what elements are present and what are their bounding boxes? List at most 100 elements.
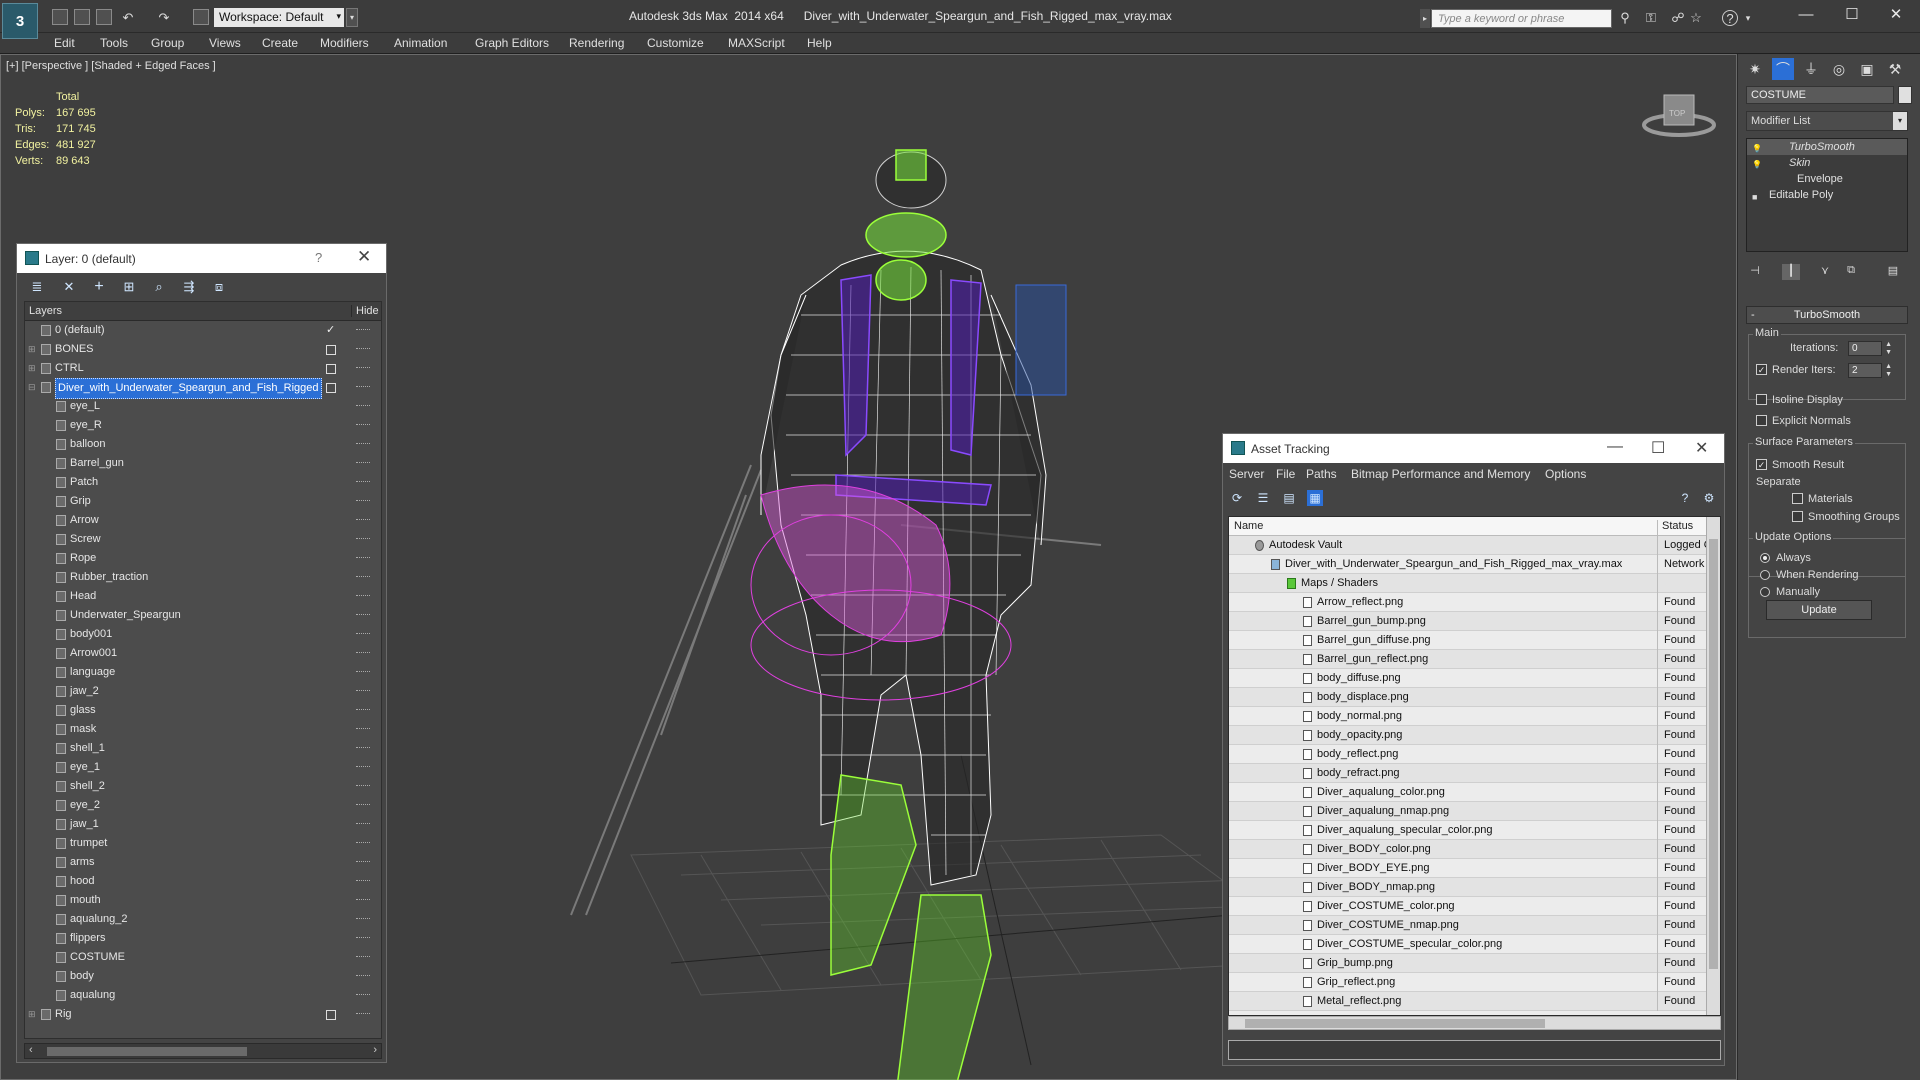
layer-row[interactable]: Arrow bbox=[25, 511, 381, 530]
explicit-normals-checkbox[interactable] bbox=[1756, 415, 1767, 426]
asset-row[interactable]: body_displace.png Found bbox=[1229, 688, 1720, 707]
object-name-field[interactable]: COSTUME bbox=[1746, 86, 1894, 104]
menu-customize[interactable]: Customize bbox=[647, 36, 704, 50]
modifier-stack-item[interactable]: 💡 TurboSmooth bbox=[1747, 139, 1907, 155]
set-current-checkbox[interactable] bbox=[326, 1010, 336, 1020]
hide-toggle[interactable] bbox=[356, 367, 370, 368]
iterations-spinner[interactable]: 0 ▲ ▼ bbox=[1848, 341, 1892, 356]
hide-toggle[interactable] bbox=[356, 424, 370, 425]
asset-row[interactable]: Diver_aqualung_specular_color.png Found bbox=[1229, 821, 1720, 840]
menu-server[interactable]: Server bbox=[1229, 467, 1264, 481]
hide-toggle[interactable] bbox=[356, 614, 370, 615]
menu-modifiers[interactable]: Modifiers bbox=[320, 36, 369, 50]
asset-row[interactable]: Barrel_gun_reflect.png Found bbox=[1229, 650, 1720, 669]
layer-row[interactable]: shell_1 bbox=[25, 739, 381, 758]
asset-row[interactable]: Maps / Shaders bbox=[1229, 574, 1720, 593]
asset-row[interactable]: Grip_bump.png Found bbox=[1229, 954, 1720, 973]
hide-toggle[interactable] bbox=[356, 975, 370, 976]
show-end-result-icon[interactable]: ┃ bbox=[1782, 264, 1800, 280]
scroll-right-icon[interactable]: › bbox=[373, 1044, 377, 1056]
hide-toggle[interactable] bbox=[356, 766, 370, 767]
new-file-icon[interactable] bbox=[52, 9, 68, 25]
maximize-icon[interactable]: ☐ bbox=[1832, 4, 1872, 26]
communication-center-icon[interactable]: ⚿ bbox=[1643, 10, 1659, 26]
hide-toggle[interactable] bbox=[356, 690, 370, 691]
asset-row[interactable]: Diver_aqualung_nmap.png Found bbox=[1229, 802, 1720, 821]
layer-row[interactable]: trumpet bbox=[25, 834, 381, 853]
column-name[interactable]: Name bbox=[1234, 520, 1263, 532]
layer-row[interactable]: eye_R bbox=[25, 416, 381, 435]
menu-group[interactable]: Group bbox=[151, 36, 184, 50]
layer-row[interactable]: eye_1 bbox=[25, 758, 381, 777]
user-icon[interactable]: ☍ bbox=[1670, 10, 1686, 26]
redo-icon[interactable]: ↷ bbox=[156, 10, 172, 26]
scroll-thumb[interactable] bbox=[1709, 539, 1718, 969]
asset-row[interactable]: Diver_with_Underwater_Speargun_and_Fish_… bbox=[1229, 555, 1720, 574]
highlight-layer-icon[interactable]: ⇶ bbox=[181, 279, 197, 295]
hide-toggle[interactable] bbox=[356, 557, 370, 558]
layer-row[interactable]: Screw bbox=[25, 530, 381, 549]
asset-row[interactable]: body_diffuse.png Found bbox=[1229, 669, 1720, 688]
save-file-icon[interactable] bbox=[96, 9, 112, 25]
hide-toggle[interactable] bbox=[356, 462, 370, 463]
modifier-stack-item[interactable]: Envelope bbox=[1747, 171, 1907, 187]
hide-toggle[interactable] bbox=[356, 899, 370, 900]
settings-gear-icon[interactable]: ⚙ bbox=[1701, 490, 1717, 506]
hide-toggle[interactable] bbox=[356, 443, 370, 444]
utilities-tab-icon[interactable]: ⚒ bbox=[1884, 58, 1906, 80]
layer-row[interactable]: 0 (default) ✓ bbox=[25, 321, 381, 340]
layer-row[interactable]: jaw_1 bbox=[25, 815, 381, 834]
menu-tools[interactable]: Tools bbox=[100, 36, 128, 50]
modifier-stack-item[interactable]: ■ Editable Poly bbox=[1747, 187, 1907, 203]
hide-toggle[interactable] bbox=[356, 405, 370, 406]
modify-tab-icon[interactable]: ⌒ bbox=[1772, 58, 1794, 80]
open-file-icon[interactable] bbox=[74, 9, 90, 25]
expand-icon[interactable]: ⊞ bbox=[28, 1005, 37, 1024]
asset-row[interactable]: Arrow_reflect.png Found bbox=[1229, 593, 1720, 612]
layer-row[interactable]: Head bbox=[25, 587, 381, 606]
modifier-list-dropdown[interactable]: Modifier List ▾ bbox=[1746, 111, 1908, 131]
hide-all-icon[interactable]: ⧈ bbox=[211, 279, 227, 295]
expand-icon[interactable]: ⊞ bbox=[28, 340, 37, 359]
menu-help[interactable]: Help bbox=[807, 36, 832, 50]
layer-row[interactable]: Underwater_Speargun bbox=[25, 606, 381, 625]
hide-toggle[interactable] bbox=[356, 956, 370, 957]
hide-toggle[interactable] bbox=[356, 785, 370, 786]
select-objects-icon[interactable]: ⌕ bbox=[151, 279, 167, 295]
modifier-stack-item[interactable]: 💡 Skin bbox=[1747, 155, 1907, 171]
asset-row[interactable]: Diver_aqualung_color.png Found bbox=[1229, 783, 1720, 802]
pin-stack-icon[interactable]: ⊣ bbox=[1746, 264, 1764, 280]
layer-row[interactable]: ⊟ Diver_with_Underwater_Speargun_and_Fish… bbox=[25, 378, 381, 399]
menu-bitmap-performance[interactable]: Bitmap Performance and Memory bbox=[1351, 467, 1530, 481]
asset-row[interactable]: body_reflect.png Found bbox=[1229, 745, 1720, 764]
layer-row[interactable]: jaw_2 bbox=[25, 682, 381, 701]
layer-row[interactable]: balloon bbox=[25, 435, 381, 454]
set-current-checkbox[interactable] bbox=[326, 383, 336, 393]
asset-row[interactable]: Metal_reflect.png Found bbox=[1229, 992, 1720, 1011]
column-hide[interactable]: Hide bbox=[351, 305, 379, 317]
hide-toggle[interactable] bbox=[356, 918, 370, 919]
hide-toggle[interactable] bbox=[356, 500, 370, 501]
add-selection-icon[interactable]: ⊞ bbox=[121, 279, 137, 295]
hide-toggle[interactable] bbox=[356, 671, 370, 672]
when-rendering-radio[interactable] bbox=[1760, 570, 1770, 580]
hide-toggle[interactable] bbox=[356, 804, 370, 805]
isoline-display-checkbox[interactable] bbox=[1756, 394, 1767, 405]
list-view-icon[interactable]: ☰ bbox=[1255, 490, 1271, 506]
collapse-icon[interactable]: ⊟ bbox=[28, 378, 37, 397]
scroll-thumb[interactable] bbox=[47, 1047, 247, 1056]
always-radio[interactable] bbox=[1760, 553, 1770, 563]
layer-row[interactable]: body bbox=[25, 967, 381, 986]
layer-row[interactable]: flippers bbox=[25, 929, 381, 948]
asset-row[interactable]: Barrel_gun_diffuse.png Found bbox=[1229, 631, 1720, 650]
help-icon[interactable]: ? bbox=[1722, 10, 1738, 26]
vertical-scrollbar[interactable] bbox=[1706, 517, 1720, 1015]
layer-row[interactable]: Arrow001 bbox=[25, 644, 381, 663]
materials-checkbox[interactable] bbox=[1792, 493, 1803, 504]
hide-toggle[interactable] bbox=[356, 329, 370, 330]
maximize-icon[interactable]: ☐ bbox=[1651, 438, 1665, 458]
current-layer-check-icon[interactable]: ✓ bbox=[326, 321, 335, 340]
workspace-dropdown[interactable]: Workspace: Default ▾ bbox=[214, 8, 344, 27]
display-tab-icon[interactable]: ▣ bbox=[1856, 58, 1878, 80]
binoculars-icon[interactable]: ⚲ bbox=[1617, 10, 1633, 26]
